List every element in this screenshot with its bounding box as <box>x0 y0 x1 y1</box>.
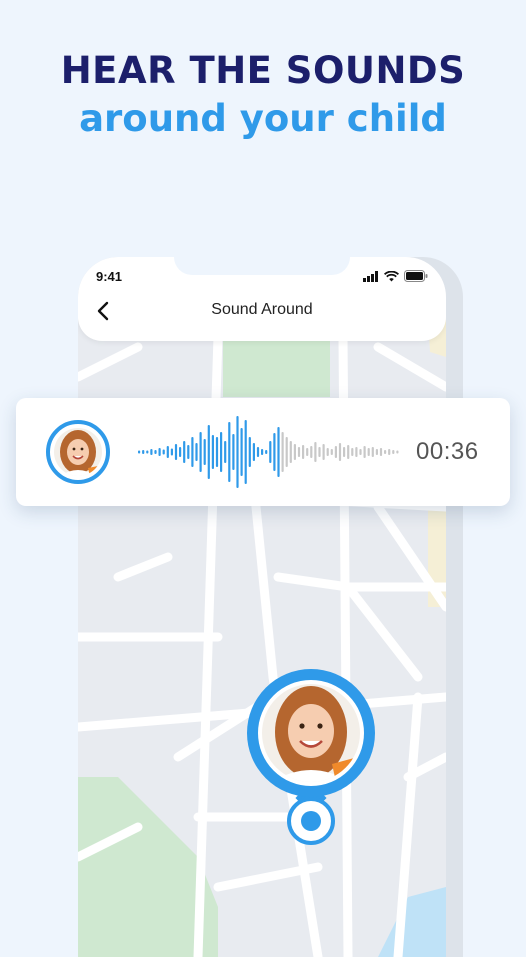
waveform-bar <box>347 445 350 459</box>
waveform-bar <box>265 450 268 454</box>
waveform-bar <box>174 444 178 460</box>
location-dot <box>301 811 321 831</box>
signal-icon <box>363 270 378 282</box>
waveform-bar <box>289 441 292 463</box>
phone-screen: 9:41 Sound Around <box>78 257 446 957</box>
waveform-bar <box>310 446 313 458</box>
waveform-bar <box>302 445 305 459</box>
status-bar: 9:41 <box>96 268 428 288</box>
waveform-bar <box>224 441 227 463</box>
waveform-bar <box>351 448 354 456</box>
waveform-bar <box>297 447 301 457</box>
waveform-bar <box>170 448 173 456</box>
waveform-bar <box>211 435 214 469</box>
waveform-bar <box>236 416 239 488</box>
waveform-bar <box>306 448 309 456</box>
map[interactable] <box>78 257 446 957</box>
page-title: Sound Around <box>211 301 313 318</box>
waveform-bar <box>273 433 276 471</box>
waveform-bar <box>150 449 153 455</box>
waveform-bar <box>199 432 202 472</box>
child-avatar <box>46 420 110 484</box>
app-header: 9:41 Sound Around <box>78 257 446 341</box>
headline: HEAR THE SOUNDS around your child <box>0 48 526 142</box>
waveform-bar <box>338 443 342 461</box>
waveform-bar <box>293 444 296 460</box>
waveform-bar <box>334 446 337 458</box>
headline-line-1: HEAR THE SOUNDS <box>60 49 466 92</box>
waveform-bar <box>277 427 280 477</box>
waveform-bar <box>330 449 333 455</box>
waveform-bar <box>207 425 210 479</box>
child-photo <box>258 680 364 786</box>
waveform-bar <box>269 441 272 463</box>
waveform-bar <box>318 447 321 457</box>
waveform-bar <box>146 450 149 454</box>
waveform-bar <box>195 443 198 461</box>
waveform-bar <box>359 449 362 455</box>
waveform-bar <box>162 449 165 455</box>
audio-waveform[interactable] <box>136 412 406 492</box>
waveform-bar <box>248 437 251 467</box>
waveform-bar <box>138 450 141 454</box>
waveform-bar <box>355 447 358 457</box>
waveform-bar <box>314 442 317 462</box>
waveform-bar <box>179 447 182 457</box>
waveform-bar <box>191 437 194 467</box>
waveform-bar <box>371 447 374 457</box>
battery-icon <box>404 270 428 282</box>
waveform-bar <box>154 450 157 454</box>
waveform-bar <box>392 450 395 454</box>
waveform-bar <box>232 434 235 470</box>
child-location-pin[interactable] <box>247 669 377 845</box>
waveform-bar <box>384 450 387 454</box>
waveform-bar <box>363 446 366 458</box>
waveform-bar <box>183 441 186 463</box>
waveform-bar <box>244 420 247 484</box>
status-time: 9:41 <box>96 269 123 284</box>
waveform-bar <box>281 432 284 472</box>
waveform-bar <box>187 445 190 459</box>
waveform-bar <box>240 428 243 476</box>
waveform-bar <box>396 450 399 454</box>
waveform-bar <box>285 437 288 467</box>
waveform-bar <box>220 432 223 472</box>
audio-duration: 00:36 <box>416 438 479 465</box>
waveform-bar <box>256 447 260 457</box>
waveform-bar <box>252 443 255 461</box>
waveform-bar <box>322 444 325 460</box>
waveform-bar <box>379 448 383 456</box>
waveform-bar <box>158 448 161 456</box>
waveform-bar <box>367 448 370 456</box>
wifi-icon <box>384 270 399 281</box>
waveform-bar <box>215 437 219 467</box>
waveform-bar <box>388 449 391 455</box>
waveform-bar <box>228 422 231 482</box>
headline-line-2: around your child <box>79 97 447 140</box>
waveform-bar <box>261 449 264 455</box>
audio-player-card[interactable]: 00:36 <box>16 398 510 506</box>
waveform-bar <box>203 439 206 465</box>
waveform-bar <box>343 447 346 457</box>
waveform-bar <box>142 450 145 454</box>
waveform-bar <box>375 449 378 455</box>
waveform-bar <box>326 448 329 456</box>
waveform-bar <box>166 446 169 458</box>
